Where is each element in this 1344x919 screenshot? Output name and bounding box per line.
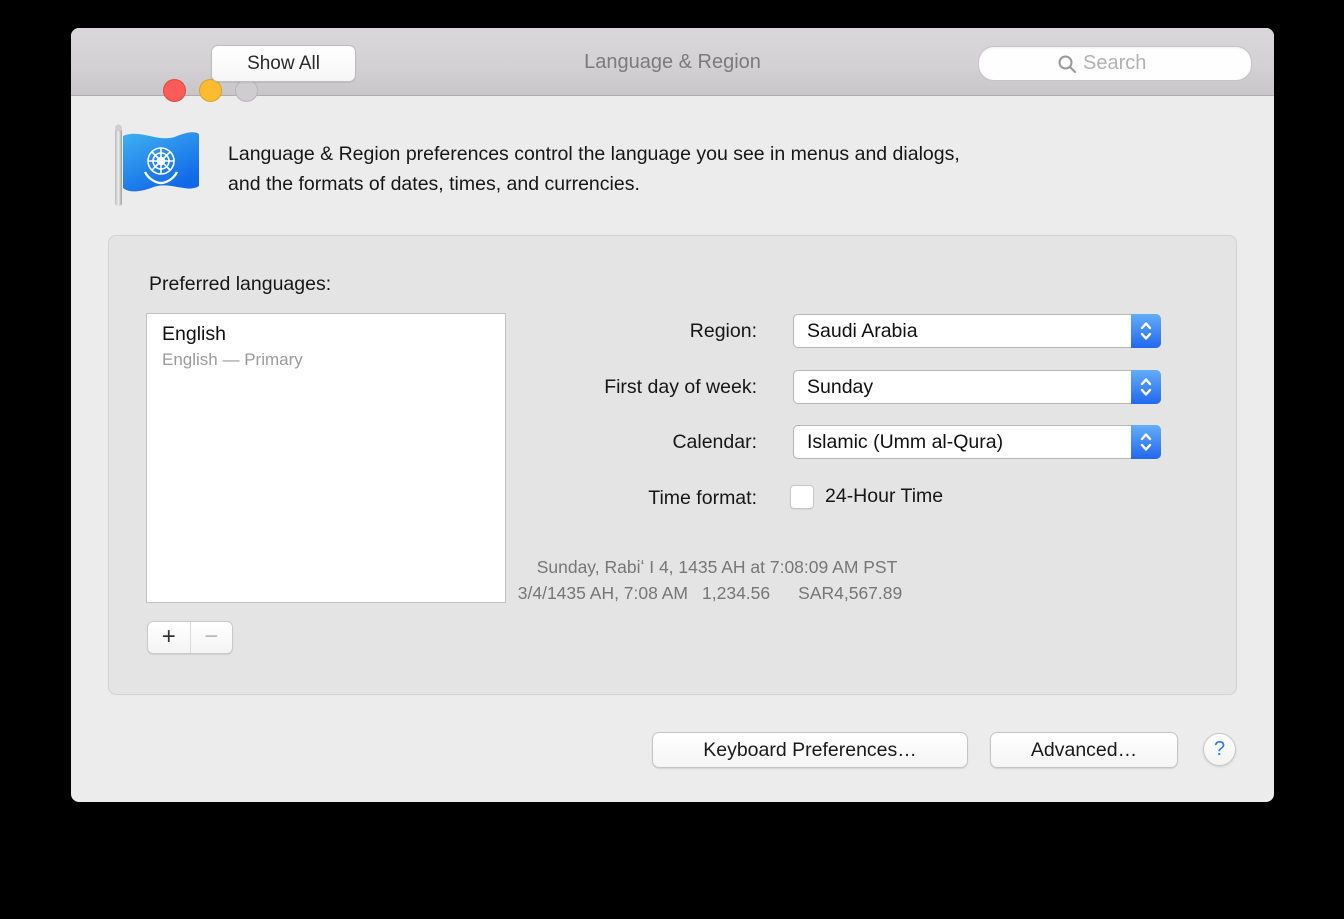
add-language-button[interactable]: + — [148, 622, 191, 653]
stepper-chevrons-icon — [1131, 425, 1161, 459]
un-flag-icon — [107, 122, 203, 208]
intro-line-2: and the formats of dates, times, and cur… — [228, 169, 1208, 199]
preview-number: 1,234.56 — [702, 583, 770, 603]
intro-line-1: Language & Region preferences control th… — [228, 139, 1208, 169]
search-icon — [1057, 54, 1077, 74]
preview-line-2: 3/4/1435 AH, 7:08 AM 1,234.56 SAR4,567.89 — [437, 580, 997, 606]
preview-line-1: Sunday, Rabiʻ I 4, 1435 AH at 7:08:09 AM… — [437, 554, 997, 580]
calendar-label: Calendar: — [457, 431, 757, 454]
time-format-label: Time format: — [457, 487, 757, 510]
add-remove-group: + − — [147, 621, 233, 654]
settings-panel: Preferred languages: English English — P… — [108, 235, 1237, 695]
zoom-button — [235, 79, 258, 102]
calendar-select[interactable]: Islamic (Umm al-Qura) — [793, 425, 1161, 459]
24-hour-checkbox[interactable] — [790, 485, 814, 509]
search-input[interactable] — [1083, 52, 1173, 75]
intro-text: Language & Region preferences control th… — [228, 139, 1208, 199]
help-button[interactable]: ? — [1203, 733, 1236, 766]
stepper-chevrons-icon — [1131, 370, 1161, 404]
preview-currency: SAR4,567.89 — [798, 583, 902, 603]
advanced-button[interactable]: Advanced… — [990, 732, 1178, 768]
region-label: Region: — [457, 320, 757, 343]
format-preview: Sunday, Rabiʻ I 4, 1435 AH at 7:08:09 AM… — [437, 554, 997, 606]
remove-language-button[interactable]: − — [191, 622, 233, 653]
first-day-value: Sunday — [807, 376, 873, 398]
stepper-chevrons-icon — [1131, 314, 1161, 348]
list-item[interactable]: English English — Primary — [147, 314, 505, 370]
first-day-label: First day of week: — [457, 376, 757, 399]
titlebar[interactable]: Language & Region Show All — [71, 28, 1274, 96]
region-select[interactable]: Saudi Arabia — [793, 314, 1161, 348]
minimize-button[interactable] — [199, 79, 222, 102]
language-name: English — [162, 323, 505, 346]
language-region-window: Language & Region Show All — [71, 28, 1274, 802]
preferred-languages-label: Preferred languages: — [149, 273, 331, 296]
calendar-value: Islamic (Umm al-Qura) — [807, 431, 1003, 453]
preview-date: 3/4/1435 AH, 7:08 AM — [518, 583, 688, 603]
region-value: Saudi Arabia — [807, 320, 918, 342]
search-field[interactable] — [978, 46, 1252, 81]
language-detail: English — Primary — [162, 350, 505, 370]
24-hour-label[interactable]: 24-Hour Time — [825, 485, 943, 508]
close-button[interactable] — [163, 79, 186, 102]
show-all-button[interactable]: Show All — [211, 45, 356, 82]
desktop-background: Language & Region Show All — [0, 0, 1344, 919]
keyboard-preferences-button[interactable]: Keyboard Preferences… — [652, 732, 968, 768]
first-day-select[interactable]: Sunday — [793, 370, 1161, 404]
